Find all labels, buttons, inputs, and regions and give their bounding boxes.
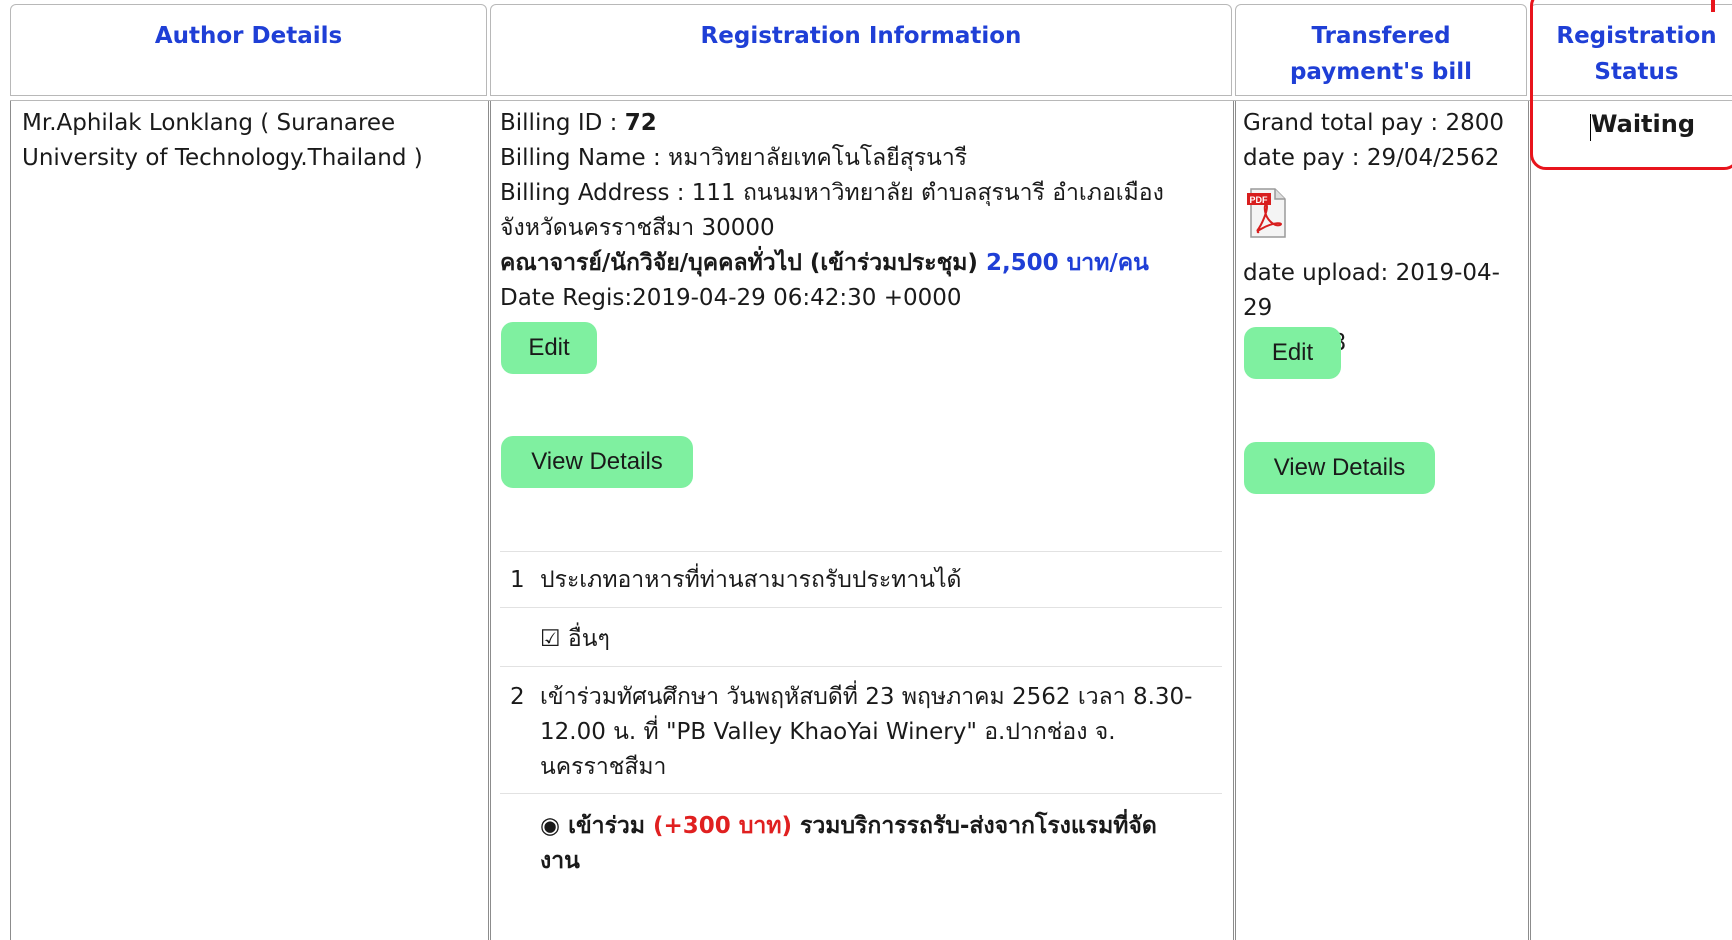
- header-registration: Registration Information: [490, 4, 1232, 96]
- date-regis: Date Regis:2019-04-29 06:42:30 +0000: [500, 285, 962, 311]
- bill-info: Grand total pay : 2800 date pay : 29/04/…: [1243, 106, 1528, 176]
- highlight-arrow-tip: [1711, 0, 1715, 12]
- billing-address: Billing Address : 111 ถนนมหาวิทยาลัย ตำบ…: [500, 180, 1164, 206]
- author-details: Mr.Aphilak Lonklang ( Suranaree Universi…: [22, 110, 423, 171]
- question-divider: [500, 666, 1222, 667]
- header-bill: Transfered payment's bill: [1235, 4, 1527, 96]
- bill-view-details-button[interactable]: View Details: [1244, 442, 1435, 494]
- header-divider: [10, 100, 1732, 101]
- registration-category: คณาจารย์/นักวิจัย/บุคคลทั่วไป (เข้าร่วมป…: [500, 250, 1149, 276]
- billing-id: Billing ID : 72: [500, 110, 657, 136]
- svg-text:PDF: PDF: [1250, 195, 1269, 205]
- status-highlight-box: [1530, 0, 1732, 170]
- status-value: Waiting: [1591, 110, 1696, 138]
- date-pay: date pay : 29/04/2562: [1243, 145, 1500, 171]
- billing-name: Billing Name : หมาวิทยาลัยเทคโนโลยีสุรนา…: [500, 145, 968, 171]
- question-divider: [500, 551, 1222, 552]
- status-cell: [1530, 100, 1732, 940]
- question-divider: [500, 607, 1222, 608]
- pdf-file-icon[interactable]: PDF: [1247, 187, 1287, 239]
- grand-total: Grand total pay : 2800: [1243, 110, 1504, 136]
- header-author: Author Details: [10, 4, 487, 96]
- author-cell: [10, 100, 489, 940]
- billing-address-2: จังหวัดนครราชสีมา 30000: [500, 215, 775, 241]
- registration-info: Billing ID : 72 Billing Name : หมาวิทยาล…: [500, 106, 1230, 316]
- registration-edit-button[interactable]: Edit: [501, 322, 597, 374]
- question-divider: [500, 793, 1222, 794]
- bill-edit-button[interactable]: Edit: [1244, 327, 1341, 379]
- registration-view-details-button[interactable]: View Details: [501, 436, 693, 488]
